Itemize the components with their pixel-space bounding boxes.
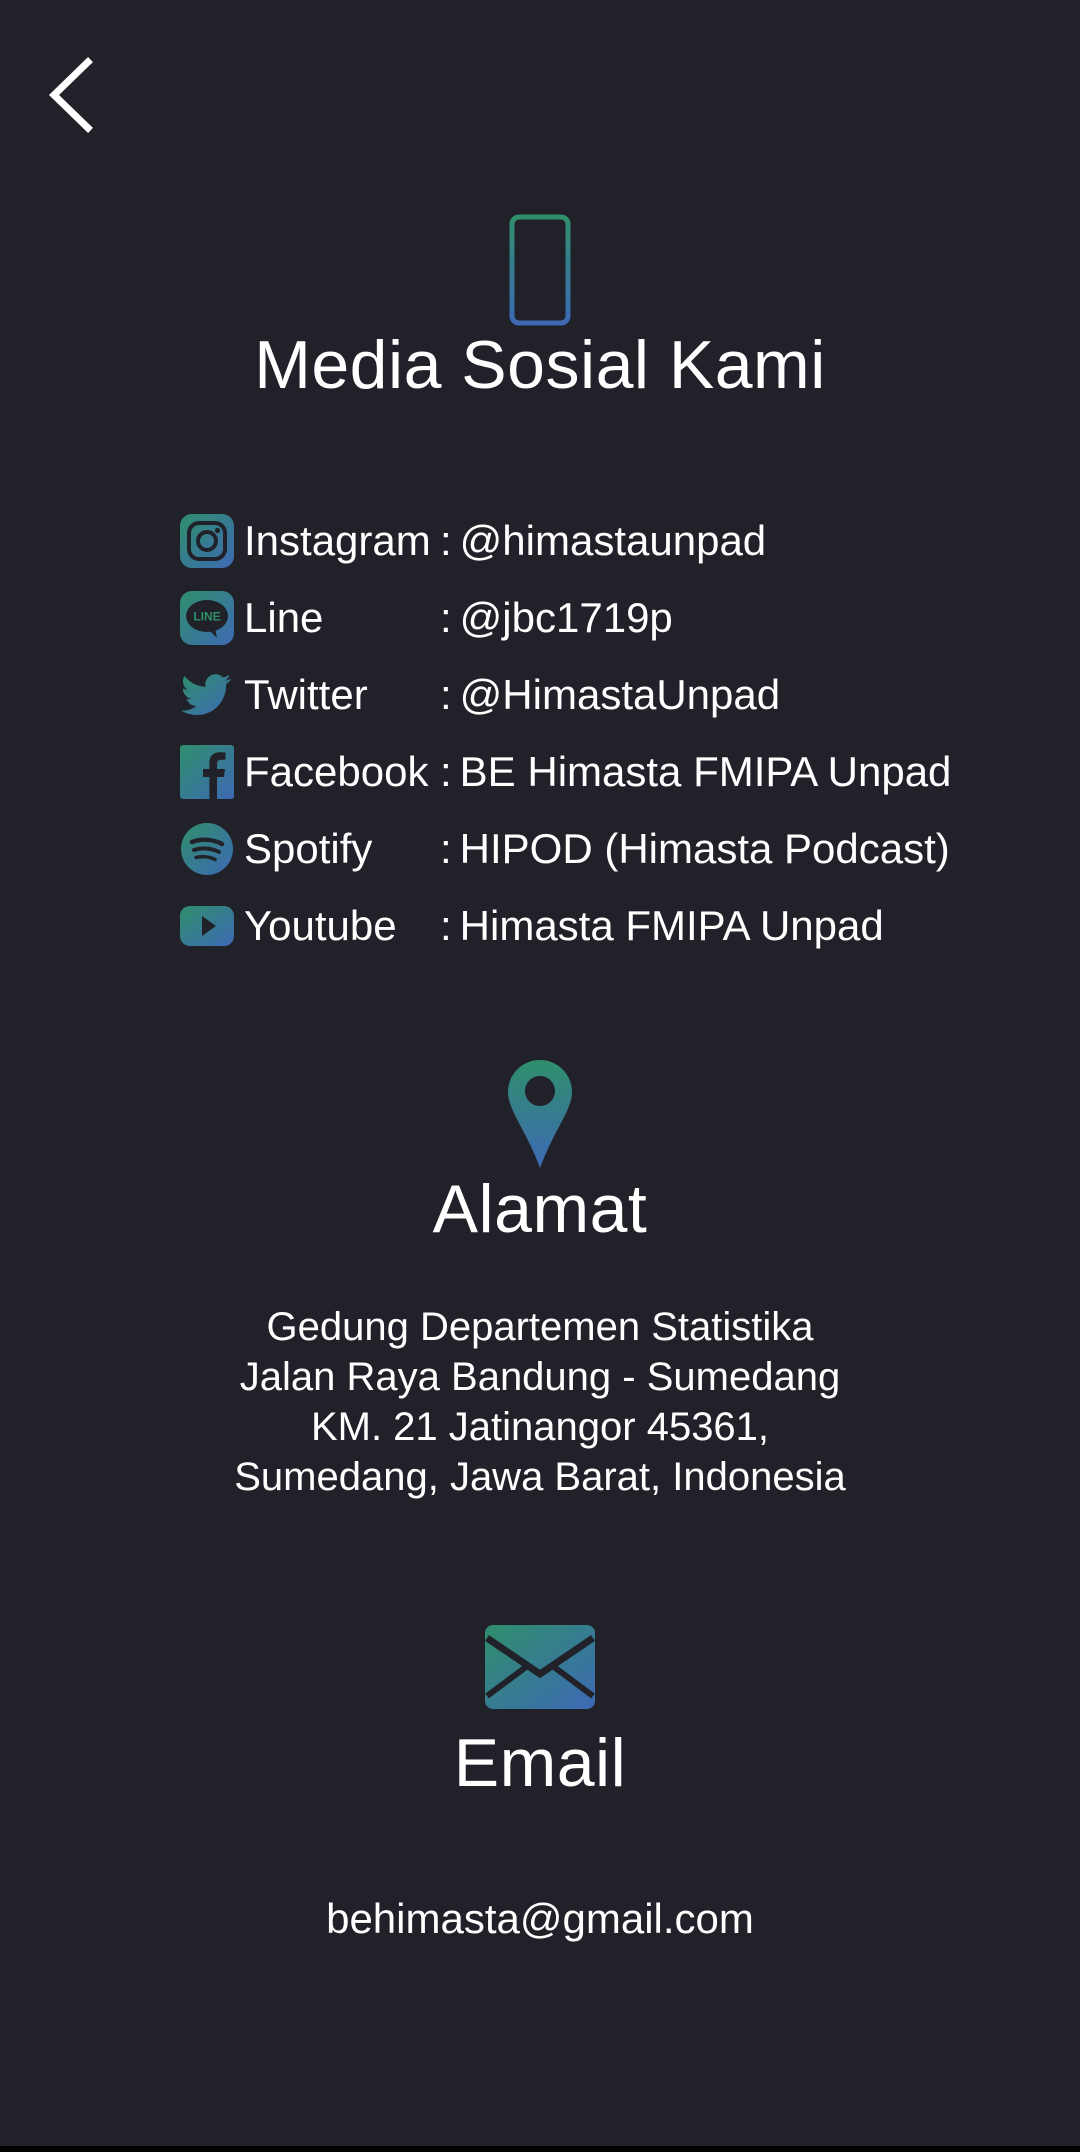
email-address[interactable]: behimasta@gmail.com — [0, 1895, 1080, 1943]
social-separator: : — [440, 670, 452, 718]
contact-screen: Media Sosial Kami Instagram : @himastaun… — [0, 0, 1080, 2146]
social-value: @himastaunpad — [459, 516, 767, 564]
social-title: Media Sosial Kami — [254, 327, 826, 403]
social-value: @jbc1719p — [459, 593, 673, 641]
twitter-icon — [178, 667, 236, 723]
line-icon: LINE — [178, 590, 236, 646]
social-separator: : — [440, 747, 452, 795]
facebook-icon — [178, 744, 236, 800]
smartphone-icon — [508, 213, 572, 332]
address-line: Sumedang, Jawa Barat, Indonesia — [234, 1455, 846, 1499]
social-name: Facebook — [244, 747, 429, 795]
social-separator: : — [440, 516, 452, 564]
social-name: Spotify — [244, 824, 373, 872]
social-separator: : — [440, 593, 452, 641]
social-item-spotify[interactable]: Spotify : HIPOD (Himasta Podcast) — [178, 810, 1018, 887]
social-name: Instagram — [244, 516, 431, 564]
social-value: BE Himasta FMIPA Unpad — [459, 747, 952, 795]
social-item-youtube[interactable]: Youtube : Himasta FMIPA Unpad — [178, 887, 1018, 964]
social-value: @HimastaUnpad — [459, 670, 781, 718]
social-name: Line — [244, 593, 324, 641]
bottom-edge-bar — [0, 2146, 1080, 2152]
social-value: HIPOD (Himasta Podcast) — [459, 824, 950, 872]
address-title: Alamat — [432, 1171, 648, 1247]
envelope-icon — [484, 1624, 596, 1715]
address-line: Gedung Departemen Statistika — [266, 1305, 814, 1349]
address-block: Gedung Departemen Statistika Jalan Raya … — [0, 1302, 1080, 1502]
map-pin-icon — [506, 1058, 574, 1175]
chevron-left-icon — [48, 57, 93, 133]
spotify-icon — [178, 821, 236, 877]
youtube-icon — [178, 898, 236, 954]
social-separator: : — [440, 824, 452, 872]
social-separator: : — [440, 901, 452, 949]
social-item-line[interactable]: LINE Line : @jbc1719p — [178, 579, 1018, 656]
social-name: Twitter — [244, 670, 368, 718]
back-button[interactable] — [40, 50, 110, 140]
email-title: Email — [453, 1725, 627, 1801]
social-item-twitter[interactable]: Twitter : @HimastaUnpad — [178, 656, 1018, 733]
social-item-instagram[interactable]: Instagram : @himastaunpad — [178, 502, 1018, 579]
address-line: KM. 21 Jatinangor 45361, — [310, 1405, 770, 1449]
instagram-icon — [178, 513, 236, 569]
social-item-facebook[interactable]: Facebook : BE Himasta FMIPA Unpad — [178, 733, 1018, 810]
social-list: Instagram : @himastaunpad LINE Line : @j… — [178, 502, 1018, 964]
svg-text:LINE: LINE — [193, 609, 220, 623]
address-line: Jalan Raya Bandung - Sumedang — [239, 1355, 841, 1399]
social-value: Himasta FMIPA Unpad — [459, 901, 884, 949]
social-name: Youtube — [244, 901, 397, 949]
